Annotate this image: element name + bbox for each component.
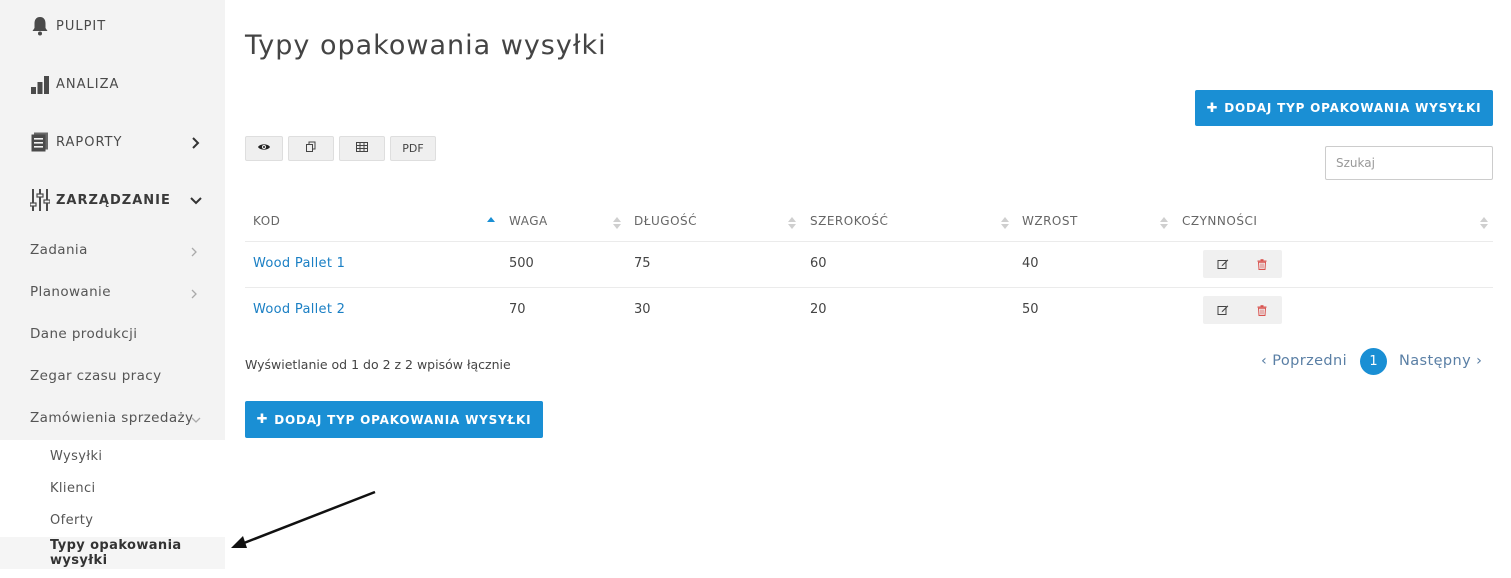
sidebar: PULPIT ANALIZA RAPORTY ZARZĄDZANIE Zadan…	[0, 0, 225, 578]
table-cell-dlugosc: 30	[634, 302, 651, 317]
next-label: Następny	[1399, 353, 1472, 369]
column-header-waga[interactable]: WAGA	[509, 214, 548, 228]
nav-item-label: ANALIZA	[56, 76, 120, 92]
nav-subsub-klienci[interactable]: Klienci	[0, 472, 225, 504]
nav-sub-zamowienia-sprzedazy[interactable]: Zamówienia sprzedaży	[0, 397, 225, 439]
eye-icon	[257, 142, 271, 155]
nav-item-pulpit[interactable]: PULPIT	[0, 0, 225, 55]
add-package-type-button-top[interactable]: ✚ DODAJ TYP OPAKOWANIA WYSYŁKI	[1195, 90, 1493, 126]
nav-subsub-label: Wysyłki	[50, 448, 103, 464]
column-header-czynnosci: CZYNNOŚCI	[1182, 214, 1258, 228]
nav-sub-label: Planowanie	[30, 284, 111, 300]
sort-icon[interactable]	[613, 215, 621, 231]
nav-subsub-label: Klienci	[50, 480, 96, 496]
toggle-columns-button[interactable]	[245, 136, 283, 161]
submenu-zamowienia: Wysyłki Klienci Oferty Typy opakowania w…	[0, 440, 225, 578]
nav-sub-dane-produkcji[interactable]: Dane produkcji	[0, 313, 225, 355]
table-cell-kod-link[interactable]: Wood Pallet 1	[253, 256, 345, 271]
nav-item-label: PULPIT	[56, 18, 107, 34]
copy-icon	[305, 141, 317, 156]
prev-label: Poprzedni	[1272, 353, 1348, 369]
delete-icon[interactable]	[1242, 250, 1281, 278]
sort-icon[interactable]	[1001, 215, 1009, 231]
nav-sub-label: Zegar czasu pracy	[30, 368, 162, 384]
table-icon	[356, 142, 368, 155]
button-label: DODAJ TYP OPAKOWANIA WYSYŁKI	[1224, 101, 1482, 115]
nav-sub-label: Zadania	[30, 242, 88, 258]
plus-icon: ✚	[256, 412, 269, 427]
table-cell-dlugosc: 75	[634, 256, 651, 271]
export-excel-button[interactable]	[339, 136, 385, 161]
chevron-right-icon: ›	[1476, 353, 1483, 369]
chevron-down-icon	[191, 413, 201, 423]
page-title: Typy opakowania wysyłki	[245, 30, 607, 61]
row-actions	[1203, 250, 1282, 278]
table-cell-szerokosc: 60	[810, 256, 827, 271]
nav-sub-label: Dane produkcji	[30, 326, 138, 342]
report-icon	[30, 131, 50, 153]
column-header-wzrost[interactable]: WZROST	[1022, 214, 1078, 228]
export-pdf-button[interactable]: PDF	[390, 136, 436, 161]
chevron-left-icon: ‹	[1261, 353, 1268, 369]
chevron-down-icon	[189, 193, 203, 207]
bell-icon	[30, 15, 50, 37]
page-number-current[interactable]: 1	[1360, 348, 1387, 375]
nav-sub-zegar-czasu-pracy[interactable]: Zegar czasu pracy	[0, 355, 225, 397]
plus-icon: ✚	[1206, 100, 1219, 116]
nav-item-zarzadzanie[interactable]: ZARZĄDZANIE	[0, 171, 225, 229]
nav-sub-planowanie[interactable]: Planowanie	[0, 271, 225, 313]
button-label: DODAJ TYP OPAKOWANIA WYSYŁKI	[274, 412, 532, 427]
sort-icon[interactable]	[1160, 215, 1168, 231]
sort-asc-icon[interactable]	[487, 215, 495, 231]
nav-sub-zadania[interactable]: Zadania	[0, 229, 225, 271]
sliders-icon	[30, 189, 50, 211]
nav-subsub-wysylki[interactable]: Wysyłki	[0, 440, 225, 472]
column-header-dlugosc[interactable]: DŁUGOŚĆ	[634, 214, 697, 228]
nav-item-analiza[interactable]: ANALIZA	[0, 55, 225, 113]
annotation-arrow-icon	[231, 490, 376, 548]
nav-subsub-typy-opakowania[interactable]: Typy opakowania wysyłki	[0, 537, 225, 569]
nav-item-raporty[interactable]: RAPORTY	[0, 113, 225, 171]
table-cell-waga: 70	[509, 302, 526, 317]
copy-button[interactable]	[288, 136, 334, 161]
nav-item-label: RAPORTY	[56, 134, 123, 150]
nav-subsub-label: Typy opakowania wysyłki	[50, 538, 182, 568]
sort-icon	[1480, 215, 1488, 231]
chevron-right-icon	[189, 287, 199, 299]
table-cell-wzrost: 50	[1022, 302, 1039, 317]
table-divider	[245, 241, 1493, 242]
nav-sub-label: Zamówienia sprzedaży	[30, 410, 194, 426]
table-divider	[245, 287, 1493, 288]
chevron-right-icon	[189, 135, 203, 149]
column-header-kod[interactable]: KOD	[253, 214, 280, 228]
chevron-right-icon	[189, 245, 199, 257]
nav-subsub-label: Oferty	[50, 512, 94, 528]
table-cell-wzrost: 40	[1022, 256, 1039, 271]
table-cell-szerokosc: 20	[810, 302, 827, 317]
bar-chart-icon	[30, 73, 50, 95]
next-page-link[interactable]: Następny ›	[1399, 353, 1482, 369]
pdf-label: PDF	[402, 142, 424, 155]
nav-subsub-oferty[interactable]: Oferty	[0, 504, 225, 536]
add-package-type-button-bottom[interactable]: ✚ DODAJ TYP OPAKOWANIA WYSYŁKI	[245, 401, 543, 438]
column-header-szerokosc[interactable]: SZEROKOŚĆ	[810, 214, 888, 228]
prev-page-link[interactable]: ‹ Poprzedni	[1261, 353, 1347, 369]
edit-icon[interactable]	[1203, 296, 1242, 324]
table-cell-waga: 500	[509, 256, 534, 271]
delete-icon[interactable]	[1242, 296, 1281, 324]
search-input[interactable]	[1325, 146, 1493, 180]
sort-icon[interactable]	[788, 215, 796, 231]
row-actions	[1203, 296, 1282, 324]
table-cell-kod-link[interactable]: Wood Pallet 2	[253, 302, 345, 317]
edit-icon[interactable]	[1203, 250, 1242, 278]
nav-item-label: ZARZĄDZANIE	[56, 192, 171, 208]
table-info: Wyświetlanie od 1 do 2 z 2 wpisów łączni…	[245, 357, 511, 372]
